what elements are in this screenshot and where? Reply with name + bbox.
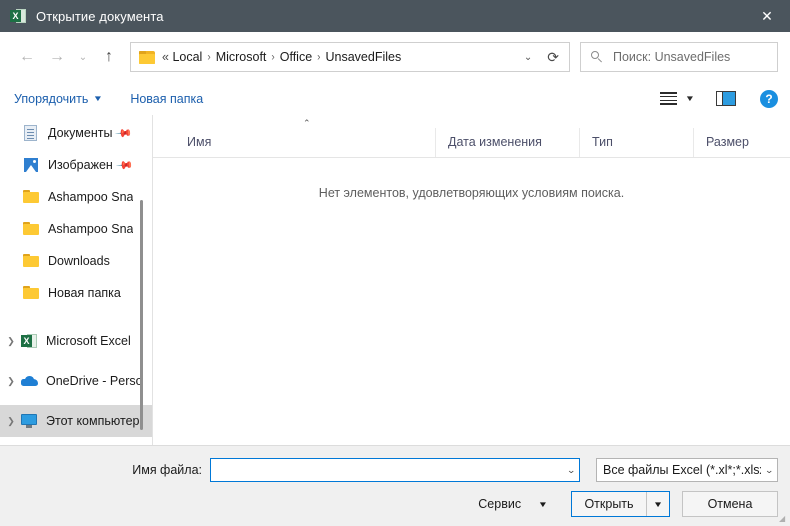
breadcrumb: « Local › Microsoft › Office › UnsavedFi…	[160, 50, 515, 64]
chevron-down-icon: ▼	[537, 499, 549, 509]
open-file-dialog: X Открытие документа ✕ ← → ⌄ ↑ « Local ›…	[0, 0, 790, 526]
sidebar-list: Документы 📌 Изображен 📌 Ashampoo Sna Ash…	[0, 115, 152, 445]
tools-label: Сервис	[478, 497, 522, 511]
file-list-pane[interactable]: ⌃ Имя Дата изменения Тип Размер Нет элем…	[153, 115, 790, 445]
sidebar-item-documents[interactable]: Документы 📌	[0, 117, 152, 149]
sidebar-item-downloads[interactable]: Downloads	[0, 245, 152, 277]
chevron-down-icon: ▼	[93, 94, 104, 103]
folder-icon	[139, 50, 155, 64]
search-icon	[591, 50, 604, 64]
column-header-name[interactable]: Имя	[153, 128, 435, 157]
footer-buttons: Сервис ▼ Открыть ▼ Отмена	[478, 491, 778, 517]
file-name-row: Имя файла: ⌄ Все файлы Excel (*.xl*;*.xl…	[0, 458, 778, 482]
organize-label: Упорядочить	[14, 91, 89, 106]
dialog-body: Документы 📌 Изображен 📌 Ashampoo Sna Ash…	[0, 115, 790, 445]
pin-icon: 📌	[114, 124, 134, 143]
close-icon[interactable]: ✕	[744, 0, 790, 32]
sidebar-item-label: OneDrive - Perso	[46, 374, 143, 388]
breadcrumb-item-office[interactable]: Office	[278, 50, 314, 64]
title-bar: X Открытие документа ✕	[0, 0, 790, 32]
up-button[interactable]: ↑	[94, 42, 124, 72]
new-folder-button[interactable]: Новая папка	[130, 92, 203, 106]
command-toolbar: Упорядочить ▼ Новая папка ▼ ?	[0, 82, 790, 115]
breadcrumb-item-microsoft[interactable]: Microsoft	[214, 50, 269, 64]
file-name-label: Имя файла:	[132, 463, 202, 477]
tools-button[interactable]: Сервис ▼	[478, 497, 549, 511]
sidebar-item-this-pc[interactable]: ❯ Этот компьютер	[0, 405, 152, 437]
navigation-sidebar[interactable]: Документы 📌 Изображен 📌 Ashampoo Sna Ash…	[0, 115, 153, 445]
column-header-size[interactable]: Размер	[693, 128, 775, 157]
column-headers: Имя Дата изменения Тип Размер	[153, 128, 790, 158]
chevron-right-icon[interactable]: ❯	[2, 336, 20, 347]
file-type-select[interactable]: Все файлы Excel (*.xl*;*.xlsx;*.x ⌄	[596, 458, 778, 482]
forward-button[interactable]: →	[42, 42, 72, 72]
this-pc-icon	[20, 413, 38, 429]
folder-icon	[22, 189, 40, 205]
address-bar[interactable]: « Local › Microsoft › Office › UnsavedFi…	[130, 42, 570, 72]
new-folder-label: Новая папка	[130, 91, 204, 106]
folder-icon	[22, 221, 40, 237]
cancel-button[interactable]: Отмена	[682, 491, 778, 517]
breadcrumb-overflow[interactable]: «	[160, 50, 170, 64]
file-name-input[interactable]: ⌄	[210, 458, 580, 482]
chevron-down-icon[interactable]: ▼	[685, 94, 695, 103]
help-icon[interactable]: ?	[760, 89, 778, 108]
sidebar-item-pictures[interactable]: Изображен 📌	[0, 149, 152, 181]
breadcrumb-item-unsavedfiles[interactable]: UnsavedFiles	[324, 50, 404, 64]
chevron-down-icon[interactable]: ⌄	[515, 52, 541, 63]
resize-grip-icon[interactable]: ◢	[779, 515, 787, 523]
folder-icon	[22, 253, 40, 269]
refresh-icon[interactable]: ⟳	[541, 50, 565, 64]
onedrive-icon	[20, 373, 38, 389]
list-view-icon[interactable]	[660, 92, 678, 105]
sidebar-item-microsoft-excel[interactable]: ❯ X Microsoft Excel	[0, 325, 152, 357]
chevron-down-icon[interactable]: ⌄	[562, 465, 576, 476]
breadcrumb-separator[interactable]: ›	[268, 51, 277, 63]
chevron-right-icon[interactable]: ❯	[2, 416, 20, 427]
sort-ascending-icon: ⌃	[303, 118, 311, 128]
sidebar-item-label: Новая папка	[48, 286, 121, 300]
preview-pane-icon[interactable]	[716, 91, 736, 106]
column-header-date-modified[interactable]: Дата изменения	[435, 128, 579, 157]
breadcrumb-separator[interactable]: ›	[314, 51, 323, 63]
breadcrumb-separator[interactable]: ›	[204, 51, 213, 63]
organize-button[interactable]: Упорядочить ▼	[14, 91, 104, 106]
documents-icon	[22, 125, 40, 141]
open-button[interactable]: Открыть ▼	[571, 491, 670, 517]
sidebar-item-label: Microsoft Excel	[46, 334, 131, 348]
sidebar-item-label: Документы	[48, 126, 113, 140]
sidebar-scrollbar[interactable]	[140, 200, 143, 430]
sidebar-item-onedrive[interactable]: ❯ OneDrive - Perso	[0, 365, 152, 397]
excel-icon: X	[20, 333, 38, 349]
chevron-down-icon[interactable]: ⌄	[760, 465, 774, 476]
open-label: Открыть	[572, 492, 647, 516]
navigation-bar: ← → ⌄ ↑ « Local › Microsoft › Office › U…	[0, 32, 790, 82]
recent-locations-button[interactable]: ⌄	[72, 42, 94, 72]
search-placeholder: Поиск: UnsavedFiles	[613, 50, 731, 64]
sidebar-item-label: Downloads	[48, 254, 110, 268]
pin-icon: 📌	[115, 156, 134, 175]
sidebar-item-ashampoo-1[interactable]: Ashampoo Sna	[0, 181, 152, 213]
column-header-type[interactable]: Тип	[579, 128, 693, 157]
chevron-right-icon[interactable]: ❯	[2, 376, 20, 387]
sidebar-item-label: Изображен	[48, 158, 113, 172]
toolbar-right-group: ▼ ?	[660, 89, 778, 108]
sidebar-item-ashampoo-2[interactable]: Ashampoo Sna	[0, 213, 152, 245]
sidebar-item-label: Этот компьютер	[46, 414, 140, 428]
search-input[interactable]: Поиск: UnsavedFiles	[580, 42, 778, 72]
sidebar-item-new-folder[interactable]: Новая папка	[0, 277, 152, 309]
file-type-value: Все файлы Excel (*.xl*;*.xlsx;*.x	[603, 463, 761, 477]
window-title: Открытие документа	[36, 8, 164, 24]
excel-icon: X	[10, 8, 26, 24]
dialog-footer: Имя файла: ⌄ Все файлы Excel (*.xl*;*.xl…	[0, 445, 790, 526]
back-button[interactable]: ←	[12, 42, 42, 72]
empty-list-message: Нет элементов, удовлетворяющих условиям …	[318, 186, 625, 200]
open-dropdown-arrow[interactable]: ▼	[644, 492, 673, 516]
sidebar-item-label: Ashampoo Sna	[48, 222, 134, 236]
pictures-icon	[22, 157, 40, 173]
breadcrumb-item-local[interactable]: Local	[170, 50, 204, 64]
folder-icon	[22, 285, 40, 301]
sidebar-item-label: Ashampoo Sna	[48, 190, 134, 204]
